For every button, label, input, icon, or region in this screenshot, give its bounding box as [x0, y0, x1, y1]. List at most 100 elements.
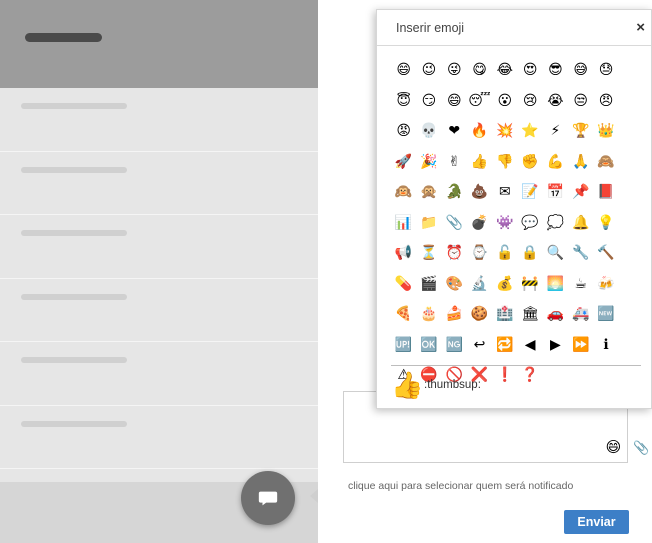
emoji-option[interactable]: 🏆 [568, 116, 593, 147]
emoji-option[interactable]: ⏰ [442, 238, 467, 269]
emoji-option[interactable]: ▶ [543, 330, 568, 361]
emoji-option[interactable]: 🌅 [543, 269, 568, 300]
emoji-option[interactable]: 🍪 [467, 299, 492, 330]
emoji-option[interactable]: 👎 [492, 147, 517, 178]
emoji-option[interactable]: 🙏 [568, 147, 593, 178]
emoji-option[interactable]: 📅 [543, 177, 568, 208]
emoji-option[interactable]: 📢 [391, 238, 416, 269]
list-item[interactable] [0, 406, 318, 469]
emoji-option[interactable]: 🔥 [467, 116, 492, 147]
emoji-option[interactable]: 😒 [568, 86, 593, 117]
emoji-option[interactable]: 👑 [593, 116, 618, 147]
emoji-option[interactable]: 📝 [517, 177, 542, 208]
emoji-option[interactable]: ◀ [517, 330, 542, 361]
emoji-option[interactable]: 🎬 [416, 269, 441, 300]
emoji-option[interactable]: 💰 [492, 269, 517, 300]
emoji-option[interactable]: ↩ [467, 330, 492, 361]
emoji-option[interactable]: 💡 [593, 208, 618, 239]
emoji-option[interactable]: 💭 [543, 208, 568, 239]
emoji-option[interactable]: ⏳ [416, 238, 441, 269]
emoji-option[interactable]: 👍 [467, 147, 492, 178]
emoji-option[interactable]: 🐊 [442, 177, 467, 208]
emoji-option[interactable]: 🍕 [391, 299, 416, 330]
emoji-option[interactable]: 😜 [442, 55, 467, 86]
emoji-option[interactable]: 😍 [517, 55, 542, 86]
list-item[interactable] [0, 88, 318, 152]
emoji-option[interactable]: 😎 [543, 55, 568, 86]
emoji-option[interactable]: 🍰 [442, 299, 467, 330]
emoji-option[interactable]: 🆗 [416, 330, 441, 361]
emoji-option[interactable]: 😄 [442, 86, 467, 117]
emoji-option[interactable]: ✉ [492, 177, 517, 208]
emoji-option[interactable]: 🙈 [593, 147, 618, 178]
emoji-option[interactable]: ⭐ [517, 116, 542, 147]
emoji-option[interactable]: 🎉 [416, 147, 441, 178]
emoji-option[interactable]: 😂 [492, 55, 517, 86]
emoji-option[interactable]: 💥 [492, 116, 517, 147]
emoji-option[interactable]: 💩 [467, 177, 492, 208]
emoji-option[interactable]: 🚗 [543, 299, 568, 330]
emoji-option[interactable]: 📊 [391, 208, 416, 239]
emoji-option[interactable]: 😅 [568, 55, 593, 86]
emoji-option[interactable]: 💣 [467, 208, 492, 239]
emoji-option[interactable]: 🚑 [568, 299, 593, 330]
close-icon[interactable]: × [636, 19, 645, 36]
emoji-option[interactable]: 😏 [416, 86, 441, 117]
emoji-option[interactable]: 🙊 [416, 177, 441, 208]
emoji-option[interactable]: 💀 [416, 116, 441, 147]
emoji-option[interactable]: 😉 [416, 55, 441, 86]
emoji-option[interactable]: 💬 [517, 208, 542, 239]
emoji-option[interactable]: 🔬 [467, 269, 492, 300]
emoji-option[interactable]: 🎂 [416, 299, 441, 330]
emoji-option[interactable]: 📎 [442, 208, 467, 239]
emoji-option[interactable]: 😇 [391, 86, 416, 117]
emoji-option[interactable]: 😭 [543, 86, 568, 117]
emoji-option[interactable]: ⚡ [543, 116, 568, 147]
emoji-option[interactable]: 📁 [416, 208, 441, 239]
emoji-option[interactable]: 😡 [391, 116, 416, 147]
emoji-option[interactable]: 🔨 [593, 238, 618, 269]
notify-recipients-link[interactable]: clique aqui para selecionar quem será no… [348, 480, 573, 492]
emoji-option[interactable]: 🙉 [391, 177, 416, 208]
emoji-option[interactable]: ✊ [517, 147, 542, 178]
list-item[interactable] [0, 152, 318, 215]
emoji-option[interactable]: 💪 [543, 147, 568, 178]
emoji-option[interactable]: 🔍 [543, 238, 568, 269]
emoji-option[interactable]: 🏛 [517, 299, 542, 330]
emoji-option[interactable]: 🆕 [593, 299, 618, 330]
emoji-option[interactable]: 😋 [467, 55, 492, 86]
emoji-option[interactable]: 😴 [467, 86, 492, 117]
emoji-option[interactable]: 🚀 [391, 147, 416, 178]
list-item[interactable] [0, 215, 318, 279]
emoji-option[interactable]: 💊 [391, 269, 416, 300]
list-item[interactable] [0, 279, 318, 342]
emoji-option[interactable]: 🔁 [492, 330, 517, 361]
emoji-option[interactable]: 🆖 [442, 330, 467, 361]
emoji-option[interactable]: 🔓 [492, 238, 517, 269]
send-button[interactable]: Enviar [564, 510, 629, 534]
emoji-option[interactable]: 🍻 [593, 269, 618, 300]
emoji-option[interactable]: 😄 [391, 55, 416, 86]
emoji-option[interactable]: 😮 [492, 86, 517, 117]
list-item[interactable] [0, 342, 318, 406]
emoji-option[interactable]: 😠 [593, 86, 618, 117]
emoji-option[interactable]: 🏥 [492, 299, 517, 330]
emoji-option[interactable]: ℹ [593, 330, 618, 361]
emoji-option[interactable]: ☕ [568, 269, 593, 300]
emoji-option[interactable]: ⏩ [568, 330, 593, 361]
emoji-option[interactable]: ❤ [442, 116, 467, 147]
emoji-option[interactable]: 👾 [492, 208, 517, 239]
chat-fab-button[interactable] [241, 471, 295, 525]
emoji-option[interactable]: ⌚ [467, 238, 492, 269]
emoji-option[interactable]: ✌ [442, 147, 467, 178]
emoji-option[interactable]: 🔧 [568, 238, 593, 269]
emoji-option[interactable]: 📌 [568, 177, 593, 208]
attach-icon[interactable]: 📎 [633, 440, 649, 456]
emoji-option[interactable]: 🚧 [517, 269, 542, 300]
emoji-option[interactable]: 🎨 [442, 269, 467, 300]
emoji-option[interactable]: 🔒 [517, 238, 542, 269]
emoji-option[interactable]: 😢 [517, 86, 542, 117]
emoji-option[interactable]: 📕 [593, 177, 618, 208]
emoji-option[interactable]: 🆙 [391, 330, 416, 361]
emoji-option[interactable]: 🔔 [568, 208, 593, 239]
